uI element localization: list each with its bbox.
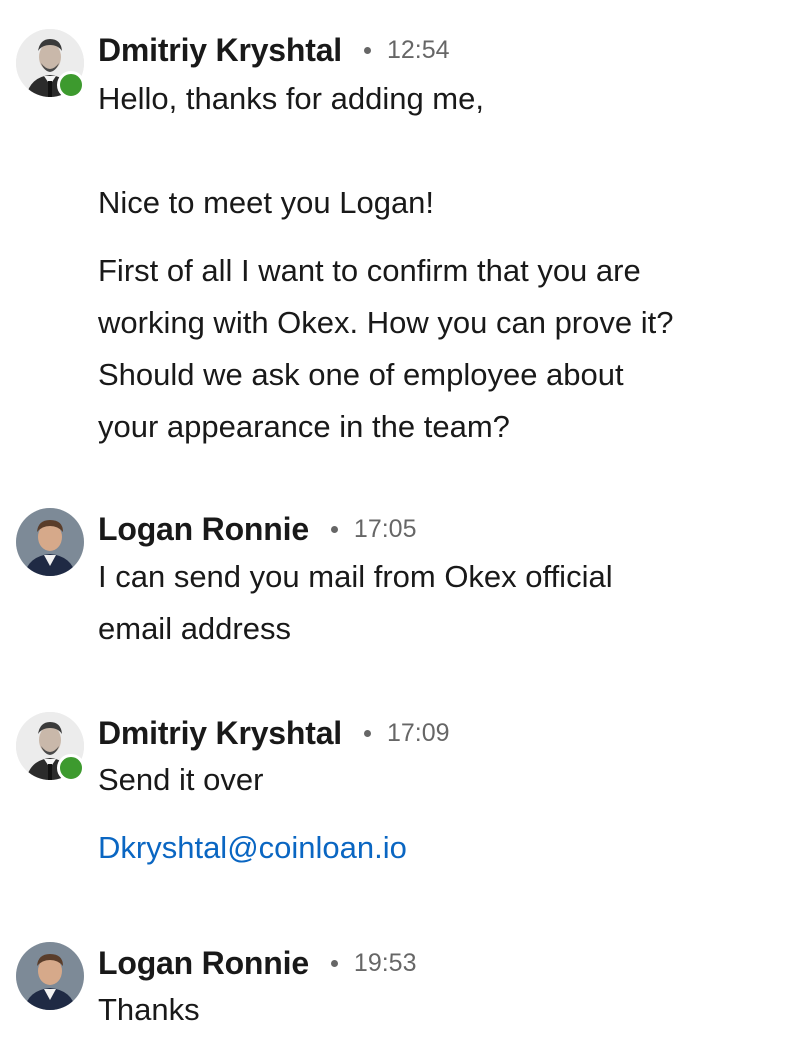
sender-name[interactable]: Dmitriy Kryshtal <box>98 715 342 752</box>
message-text: Send it over <box>98 762 264 797</box>
message-text: Thanks <box>98 992 200 1027</box>
message-text: Hello, thanks for adding me, <box>98 81 484 116</box>
message-text: working with Okex. How you can prove it? <box>98 305 674 340</box>
email-link[interactable]: Dkryshtal@coinloan.io <box>98 822 788 874</box>
timestamp: 12:54 <box>387 35 450 64</box>
message-text: your appearance in the team? <box>98 409 510 444</box>
message-header: Dmitriy Kryshtal 17:09 <box>98 713 450 753</box>
message-thread: Dmitriy Kryshtal 12:54 Hello, thanks for… <box>0 0 808 1038</box>
sender-name[interactable]: Logan Ronnie <box>98 945 309 982</box>
timestamp: 17:09 <box>387 718 450 747</box>
message-text: Should we ask one of employee about <box>98 357 624 392</box>
sender-name[interactable]: Logan Ronnie <box>98 511 309 548</box>
avatar[interactable] <box>16 942 84 1010</box>
separator-dot-icon <box>330 959 338 967</box>
separator-dot-icon <box>364 729 371 737</box>
online-status-icon <box>57 754 85 782</box>
message-text: I can send you mail from Okex official <box>98 559 613 594</box>
timestamp: 17:05 <box>353 514 417 543</box>
message-text: Nice to meet you Logan! <box>98 185 435 220</box>
message-header: Logan Ronnie 19:53 <box>98 943 416 983</box>
timestamp: 19:53 <box>353 948 417 977</box>
message-header: Logan Ronnie 17:05 <box>98 509 416 549</box>
message-text: First of all I want to confirm that you … <box>98 253 641 288</box>
person-photo-icon <box>16 508 84 576</box>
sender-name[interactable]: Dmitriy Kryshtal <box>98 32 342 69</box>
online-status-icon <box>57 71 85 99</box>
message-header: Dmitriy Kryshtal 12:54 <box>98 30 450 70</box>
person-photo-icon <box>16 942 84 1010</box>
avatar[interactable] <box>16 508 84 576</box>
separator-dot-icon <box>364 46 371 54</box>
message-text: email address <box>98 611 291 646</box>
separator-dot-icon <box>330 525 338 533</box>
